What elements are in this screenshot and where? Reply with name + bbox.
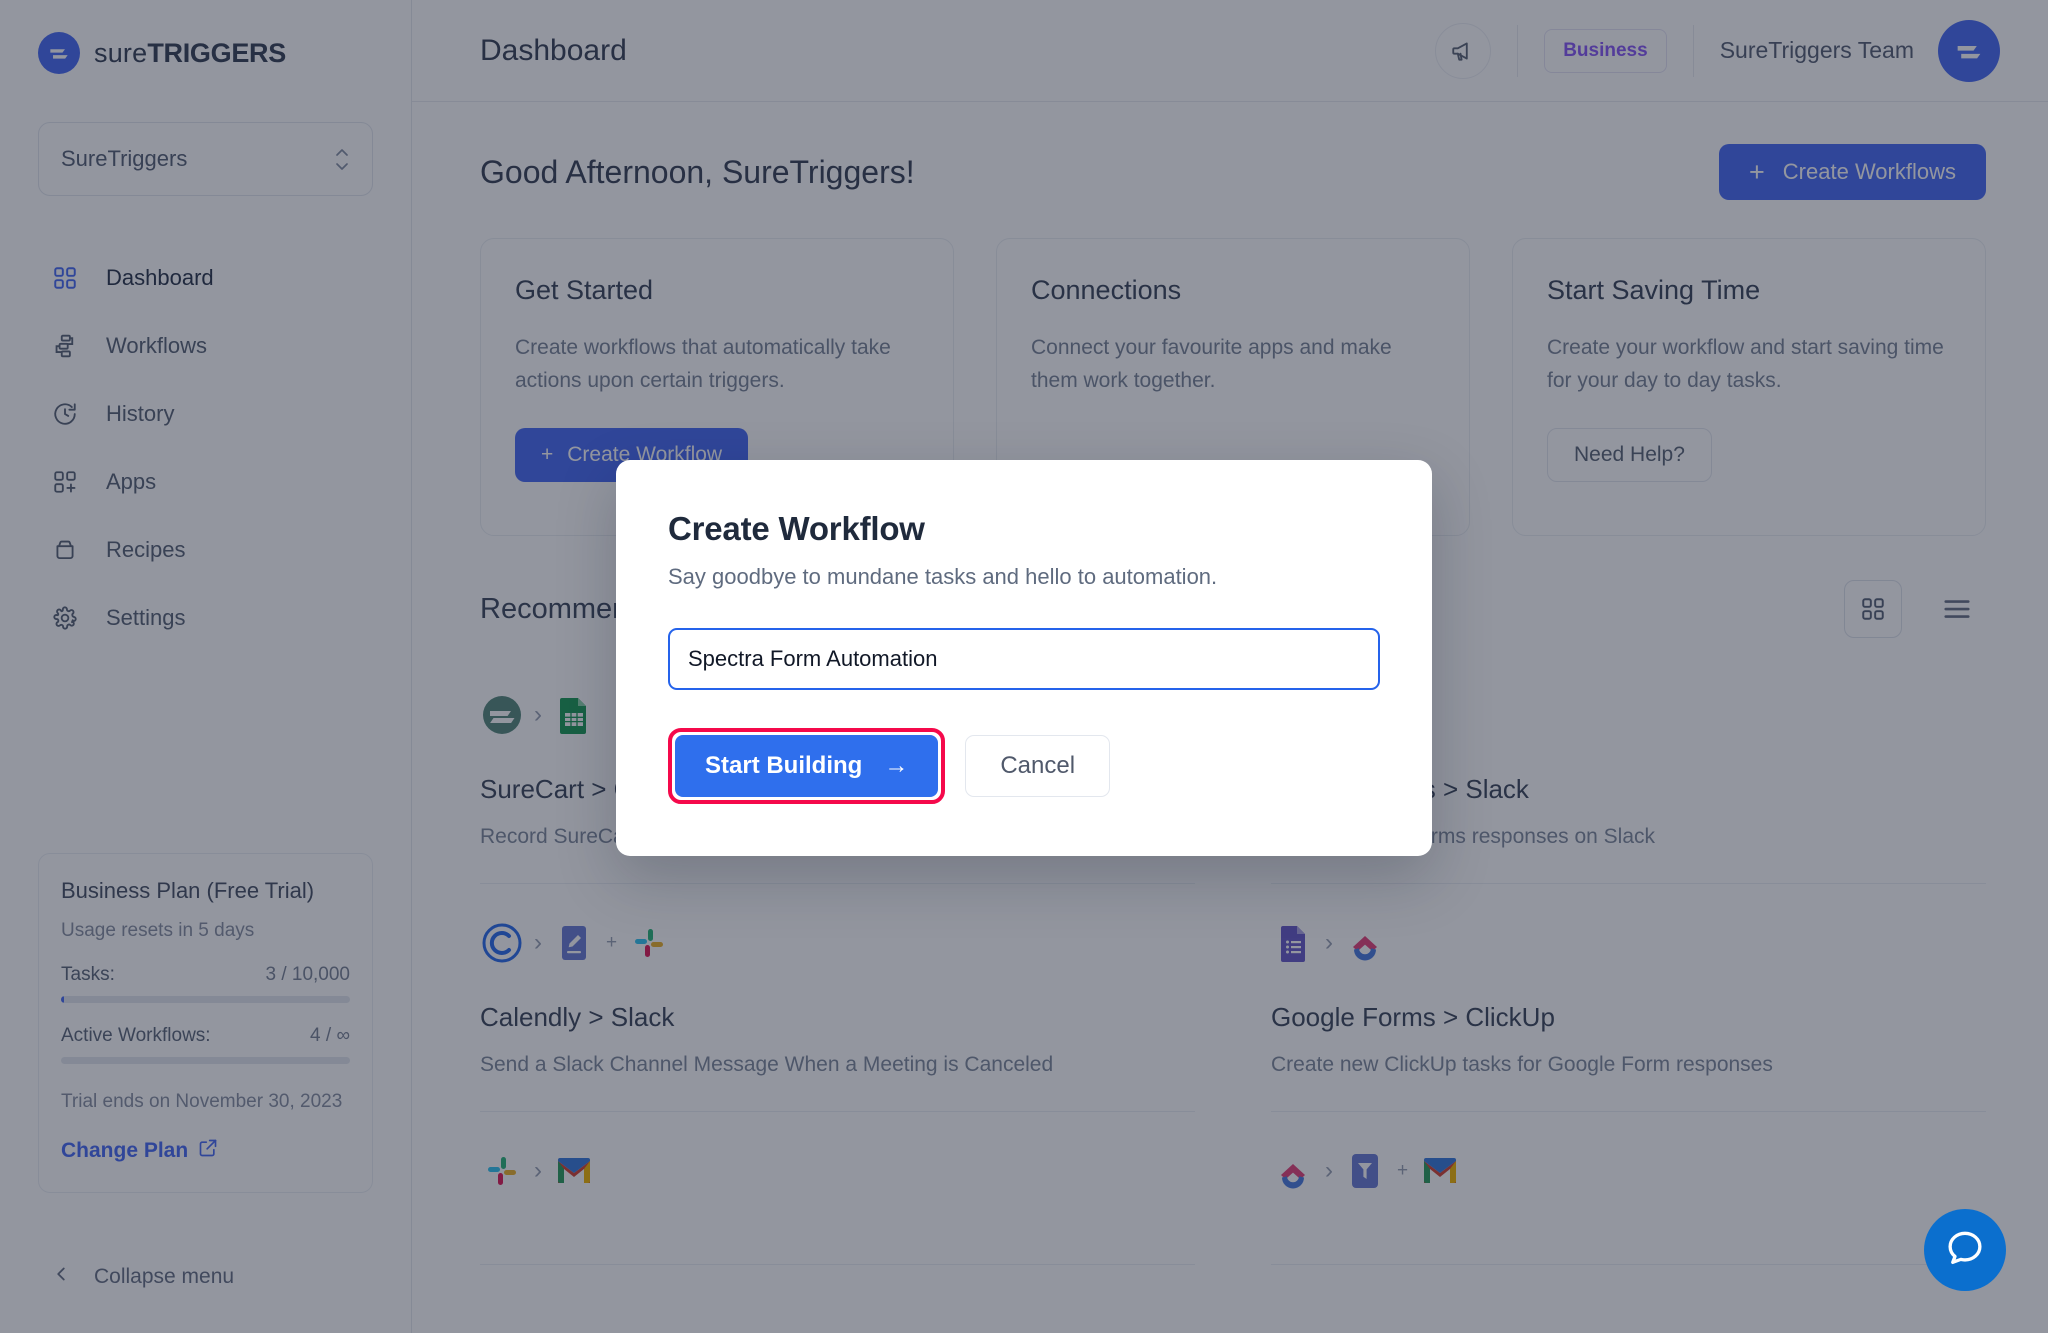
cancel-button[interactable]: Cancel xyxy=(965,735,1111,797)
create-workflow-modal: Create Workflow Say goodbye to mundane t… xyxy=(616,460,1432,856)
start-building-highlight: Start Building → xyxy=(668,728,946,804)
chat-bubble-icon xyxy=(1944,1227,1986,1274)
modal-title: Create Workflow xyxy=(668,510,925,547)
start-building-button[interactable]: Start Building → xyxy=(675,735,939,797)
start-building-label: Start Building xyxy=(705,752,863,779)
workflow-name-input[interactable] xyxy=(668,628,1380,690)
help-chat-button[interactable] xyxy=(1924,1209,2006,1291)
arrow-right-icon: → xyxy=(884,752,909,779)
modal-subtitle: Say goodbye to mundane tasks and hello t… xyxy=(668,564,1218,589)
